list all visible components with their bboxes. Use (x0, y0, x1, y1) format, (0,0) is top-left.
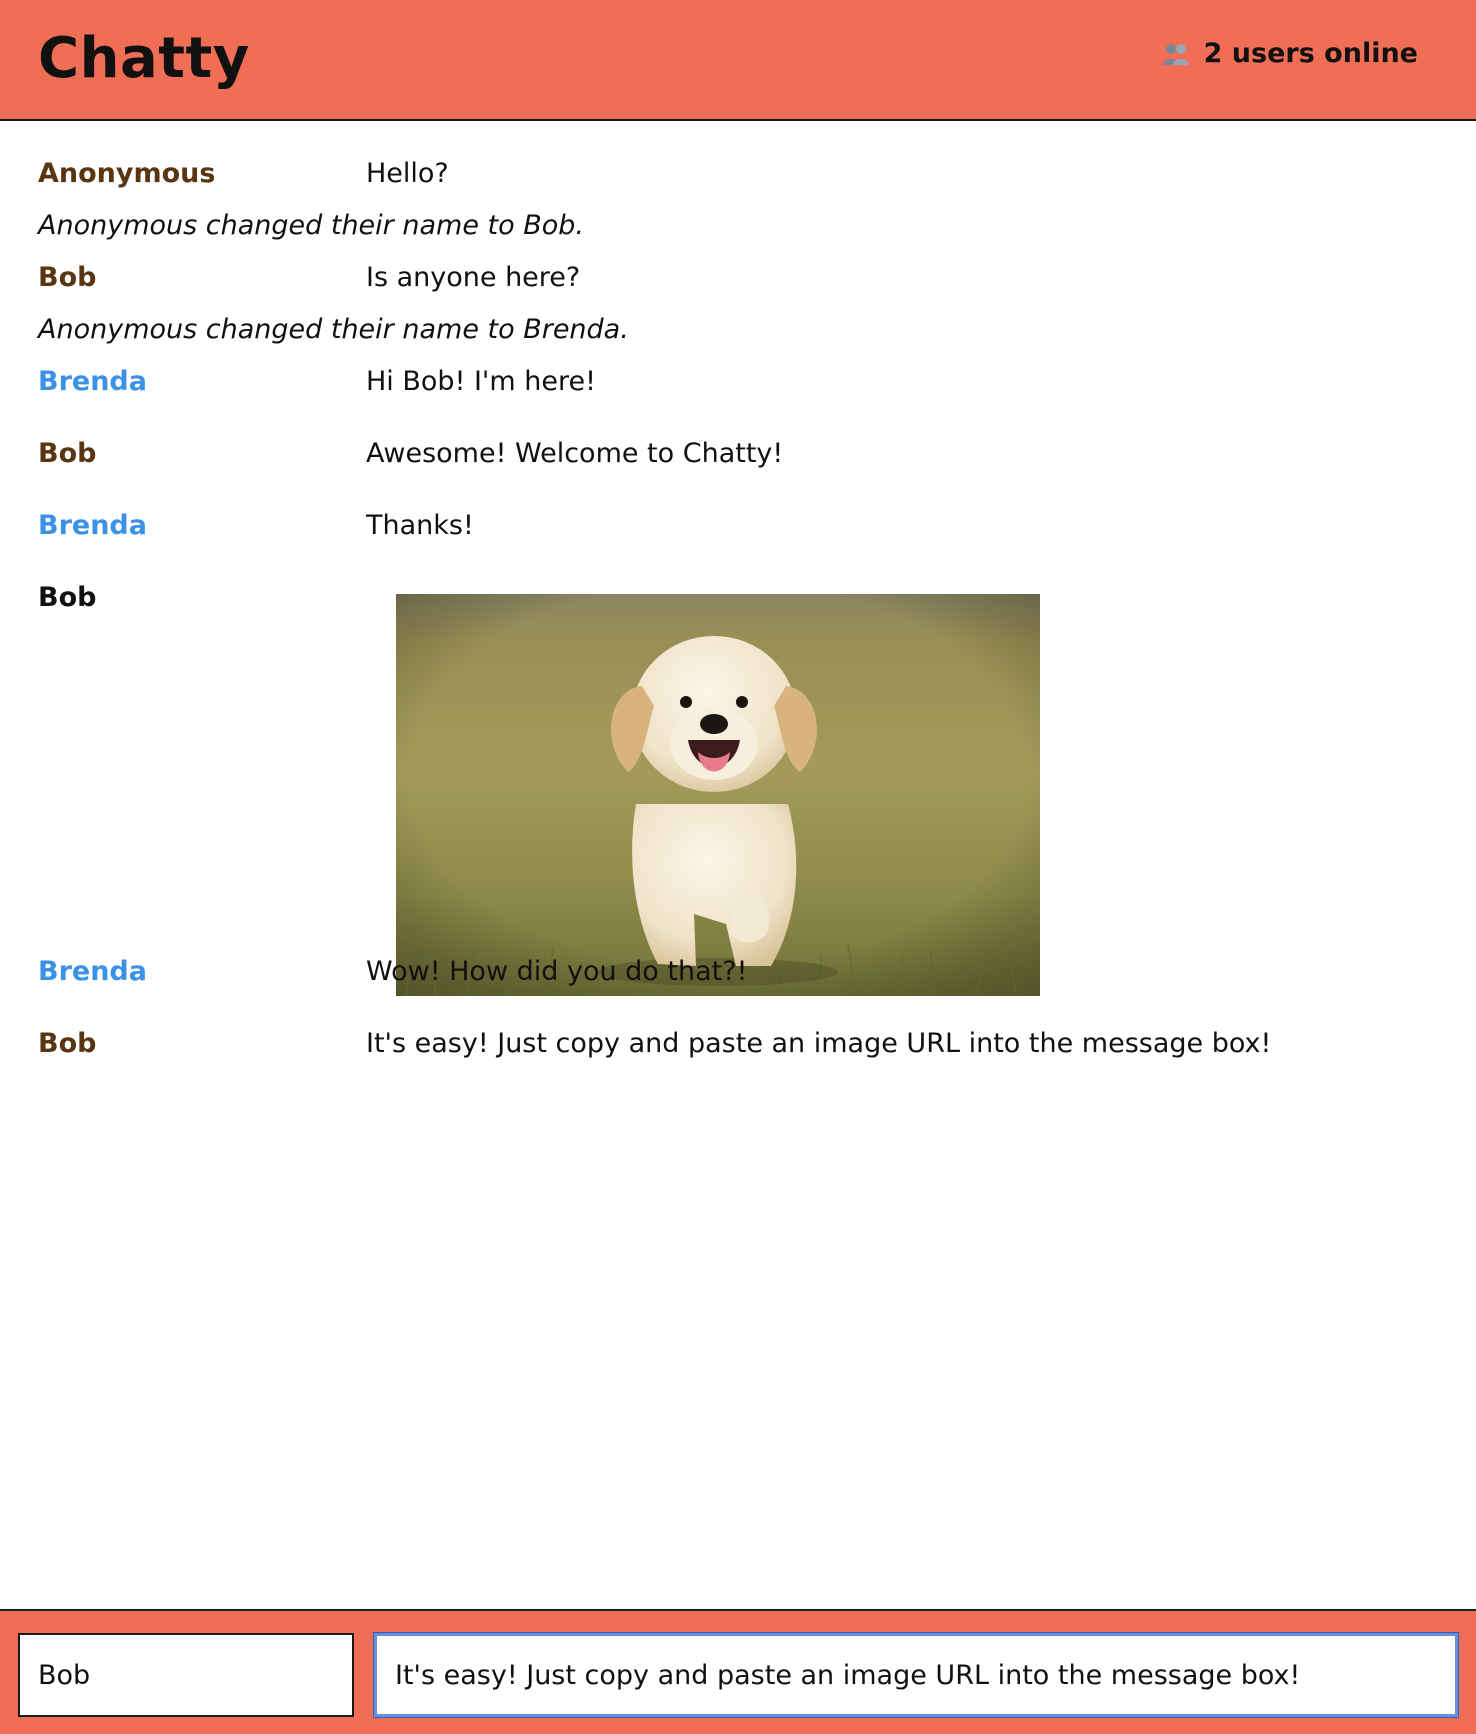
message-username: Brenda (38, 366, 147, 397)
users-icon (1162, 43, 1189, 65)
message-username: Anonymous (38, 158, 216, 189)
message-input[interactable] (373, 1632, 1459, 1718)
message-username: Bob (38, 1028, 97, 1059)
message-content: Is anyone here? (366, 262, 581, 293)
chat-composer (0, 1609, 1476, 1734)
puppy-photo (396, 594, 1040, 996)
message-content: Awesome! Welcome to Chatty! (366, 438, 784, 469)
navbar: Chatty 2 users online (0, 0, 1476, 121)
username-input[interactable] (18, 1633, 354, 1717)
system-notification: Anonymous changed their name to Brenda. (38, 314, 629, 345)
message-username: Brenda (38, 510, 147, 541)
message-username: Bob (38, 438, 97, 469)
message-list[interactable]: Anonymous Hello? Anonymous changed their… (0, 121, 1476, 1609)
message-content: Thanks! (366, 510, 474, 541)
message-content: Wow! How did you do that?! (366, 956, 748, 987)
message-content: Hello? (366, 158, 449, 189)
message-username: Brenda (38, 956, 147, 987)
online-count-label: 2 users online (1203, 38, 1418, 69)
message-content: It's easy! Just copy and paste an image … (366, 1028, 1272, 1059)
message-username: Bob (38, 262, 97, 293)
app-title[interactable]: Chatty (38, 26, 250, 91)
online-users-indicator: 2 users online (1162, 38, 1418, 69)
message-username: Bob (38, 582, 97, 613)
message-content: Hi Bob! I'm here! (366, 366, 596, 397)
system-notification: Anonymous changed their name to Bob. (38, 210, 584, 241)
